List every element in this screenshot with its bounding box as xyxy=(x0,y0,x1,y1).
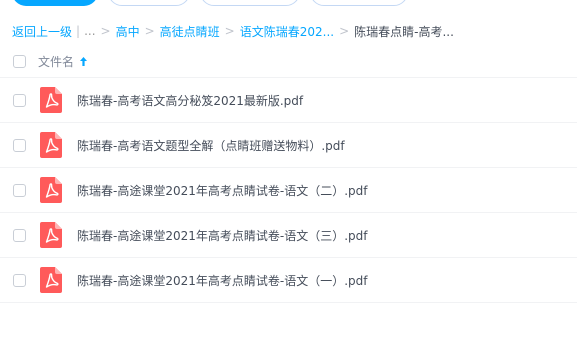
row-checkbox[interactable] xyxy=(13,138,26,152)
upload-button[interactable] xyxy=(12,0,98,6)
file-row[interactable]: 陈瑞春-高途课堂2021年高考点睛试卷-语文（二）.pdf xyxy=(0,168,577,213)
breadcrumb-chevron-icon: > xyxy=(339,24,350,38)
sort-ascending-icon[interactable] xyxy=(79,56,88,67)
breadcrumb-item[interactable]: 高中 xyxy=(116,23,140,40)
toolbar-button[interactable] xyxy=(310,0,408,6)
breadcrumb-chevron-icon: > xyxy=(100,24,111,38)
file-list: 陈瑞春-高考语文高分秘笈2021最新版.pdf 陈瑞春-高考语文题型全解（点睛班… xyxy=(0,78,577,303)
breadcrumb-back-link[interactable]: 返回上一级 xyxy=(12,23,72,40)
row-checkbox[interactable] xyxy=(13,93,26,107)
pdf-icon xyxy=(40,177,62,203)
file-name[interactable]: 陈瑞春-高考语文高分秘笈2021最新版.pdf xyxy=(77,92,303,109)
breadcrumb-divider: | xyxy=(76,24,81,38)
file-row[interactable]: 陈瑞春-高途课堂2021年高考点睛试卷-语文（三）.pdf xyxy=(0,213,577,258)
pdf-icon xyxy=(40,132,62,158)
row-checkbox[interactable] xyxy=(13,228,26,242)
file-row[interactable]: 陈瑞春-高考语文高分秘笈2021最新版.pdf xyxy=(0,78,577,123)
file-row[interactable]: 陈瑞春-高考语文题型全解（点睛班赠送物料）.pdf xyxy=(0,123,577,168)
column-filename-header[interactable]: 文件名 xyxy=(38,53,74,70)
list-header: 文件名 xyxy=(0,46,577,78)
breadcrumb-item[interactable]: 语文陈瑞春202... xyxy=(240,23,334,40)
breadcrumb-current: 陈瑞春点睛-高考... xyxy=(354,24,454,39)
file-name[interactable]: 陈瑞春-高途课堂2021年高考点睛试卷-语文（一）.pdf xyxy=(77,272,367,289)
pdf-icon xyxy=(40,267,62,293)
toolbar-button[interactable] xyxy=(200,0,300,6)
breadcrumb-ellipsis[interactable]: ... xyxy=(84,24,95,38)
file-name[interactable]: 陈瑞春-高途课堂2021年高考点睛试卷-语文（三）.pdf xyxy=(77,227,367,244)
file-name[interactable]: 陈瑞春-高考语文题型全解（点睛班赠送物料）.pdf xyxy=(77,137,345,154)
pdf-icon xyxy=(40,87,62,113)
toolbar xyxy=(0,0,577,8)
row-checkbox[interactable] xyxy=(13,183,26,197)
file-name[interactable]: 陈瑞春-高途课堂2021年高考点睛试卷-语文（二）.pdf xyxy=(77,182,367,199)
file-browser: 返回上一级 | ... > 高中 > 高徒点睛班 > 语文陈瑞春202... >… xyxy=(0,0,577,337)
file-row[interactable]: 陈瑞春-高途课堂2021年高考点睛试卷-语文（一）.pdf xyxy=(0,258,577,303)
pdf-icon xyxy=(40,222,62,248)
toolbar-button[interactable] xyxy=(108,0,190,6)
select-all-checkbox[interactable] xyxy=(13,55,26,68)
breadcrumb-chevron-icon: > xyxy=(144,24,155,38)
row-checkbox[interactable] xyxy=(13,273,26,287)
breadcrumb: 返回上一级 | ... > 高中 > 高徒点睛班 > 语文陈瑞春202... >… xyxy=(12,22,454,40)
breadcrumb-item[interactable]: 高徒点睛班 xyxy=(160,23,220,40)
breadcrumb-chevron-icon: > xyxy=(224,24,235,38)
